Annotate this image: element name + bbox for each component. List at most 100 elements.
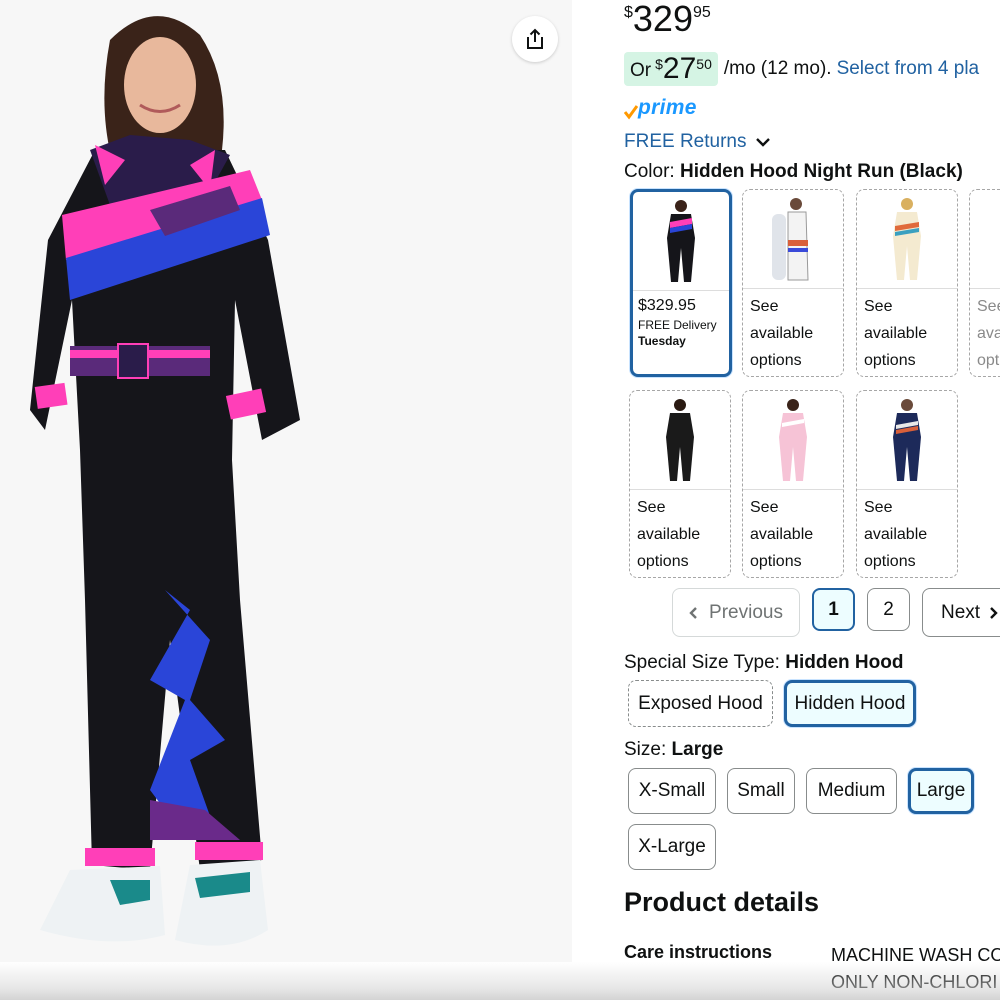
option-label: Small — [737, 780, 785, 801]
monthly-fraction: 50 — [696, 56, 712, 72]
monthly-suffix: /mo (12 mo). — [723, 58, 832, 79]
swatch-info: See available options — [857, 490, 957, 577]
swatch-thumbnail — [857, 391, 957, 490]
swatch-line-3: options — [750, 352, 802, 369]
next-page-button[interactable]: Next — [922, 588, 1000, 637]
monthly-prefix: Or — [630, 60, 652, 81]
care-instructions-value: MACHINE WASH CO ONLY NON-CHLORI — [831, 942, 1000, 996]
swatch-delivery-day: Tuesday — [638, 334, 686, 348]
size-title: Size: — [624, 739, 667, 760]
swatch-line-1: See — [977, 298, 1000, 315]
monthly-price-badge: Or $ 27 50 — [624, 52, 718, 86]
swatch-line-3: opt — [977, 352, 1000, 369]
swatch-line-3: options — [637, 553, 689, 570]
special-size-value: Hidden Hood — [785, 652, 904, 673]
price: $ 329 95 — [624, 0, 711, 38]
chevron-right-icon — [990, 606, 998, 619]
monthly-payment: Or $ 27 50 /mo (12 mo). Select from 4 pl… — [624, 52, 979, 86]
color-swatch-night-run[interactable]: $329.95 FREE Delivery Tuesday — [630, 189, 732, 377]
swatch-line-1: See — [637, 499, 666, 516]
option-label: X-Small — [638, 780, 706, 801]
swatch-info: See available options — [630, 490, 730, 577]
swatch-info: $329.95 FREE Delivery Tuesday — [633, 291, 729, 353]
swatch-info: See available options — [743, 289, 843, 376]
special-size-title: Special Size Type: — [624, 652, 780, 673]
buy-box: $ 329 95 Or $ 27 50 /mo (12 mo). Select … — [624, 0, 1000, 1000]
swatch-cream-suit-image — [893, 198, 921, 280]
color-selection-label: Color: Hidden Hood Night Run (Black) — [624, 161, 963, 183]
page-2-button[interactable]: 2 — [867, 588, 910, 631]
color-swatch-6[interactable]: See available options — [742, 390, 844, 578]
swatch-thumbnail — [970, 190, 1000, 289]
color-swatch-4[interactable]: See ava opt — [969, 189, 1000, 377]
size-option-x-large[interactable]: X-Large — [628, 824, 716, 870]
swatch-navy-suit-image — [893, 399, 921, 481]
option-label: X-Large — [638, 836, 706, 857]
previous-label: Previous — [709, 601, 783, 623]
payment-plans-link[interactable]: Select from 4 pla — [837, 58, 980, 80]
care-value-line-2: ONLY NON-CHLORI — [831, 972, 998, 992]
swatch-line-1: See — [750, 499, 779, 516]
price-symbol: $ — [624, 4, 633, 21]
color-swatch-7[interactable]: See available options — [856, 390, 958, 578]
product-details-heading: Product details — [624, 887, 820, 917]
option-label: Hidden Hood — [794, 692, 906, 714]
page-1-label: 1 — [828, 598, 839, 620]
size-value: Large — [671, 739, 724, 760]
special-size-label: Special Size Type: Hidden Hood — [624, 652, 903, 674]
special-size-exposed-hood[interactable]: Exposed Hood — [628, 680, 773, 727]
swatch-thumbnail — [743, 391, 843, 490]
page-2-label: 2 — [883, 598, 894, 620]
swatch-white-suit-image — [772, 198, 809, 281]
swatch-line-3: options — [750, 553, 802, 570]
swatch-info: See available options — [743, 490, 843, 577]
free-returns-label: FREE Returns — [624, 131, 747, 152]
option-label: Medium — [817, 780, 886, 801]
special-size-hidden-hood[interactable]: Hidden Hood — [784, 680, 916, 727]
size-option-large[interactable]: Large — [908, 768, 974, 814]
product-main-image[interactable] — [0, 0, 572, 962]
care-value-line-1: MACHINE WASH CO — [831, 945, 1000, 965]
swatch-line-2: available — [750, 526, 814, 543]
chevron-down-icon — [756, 138, 771, 147]
swatch-line-3: options — [864, 352, 916, 369]
color-value: Hidden Hood Night Run (Black) — [679, 161, 963, 182]
swatch-thumbnail — [630, 391, 730, 490]
share-button[interactable] — [512, 16, 558, 62]
swatch-black-suit-image — [667, 200, 695, 282]
option-label: Large — [916, 780, 966, 801]
prime-badge: prime — [624, 96, 697, 120]
color-swatch-5[interactable]: See available options — [629, 390, 731, 578]
swatch-line-2: available — [864, 325, 928, 342]
swatch-all-black-suit-image — [666, 399, 694, 481]
swatch-line-2: available — [637, 526, 701, 543]
previous-page-button[interactable]: Previous — [672, 588, 800, 637]
ski-suit-model-photo — [30, 16, 300, 946]
size-option-small[interactable]: Small — [727, 768, 795, 814]
swatch-pink-suit-image — [779, 399, 807, 481]
color-swatch-3[interactable]: See available options — [856, 189, 958, 377]
price-whole: 329 — [632, 0, 693, 39]
swatch-price: $329.95 — [638, 297, 696, 314]
monthly-whole: 27 — [662, 52, 697, 85]
swatch-delivery: FREE Delivery — [638, 318, 717, 332]
color-swatch-2[interactable]: See available options — [742, 189, 844, 377]
swatch-thumbnail — [633, 192, 729, 291]
chevron-left-icon — [689, 606, 697, 619]
swatch-line-1: See — [750, 298, 779, 315]
prime-label: prime — [638, 96, 697, 119]
swatch-line-2: available — [864, 526, 928, 543]
swatch-line-2: available — [750, 325, 814, 342]
swatch-line-1: See — [864, 499, 893, 516]
swatch-thumbnail — [857, 190, 957, 289]
size-selection-label: Size: Large — [624, 739, 723, 761]
size-option-medium[interactable]: Medium — [806, 768, 897, 814]
free-returns-link[interactable]: FREE Returns — [624, 131, 772, 153]
swatch-thumbnail — [743, 190, 843, 289]
size-option-x-small[interactable]: X-Small — [628, 768, 716, 814]
swatch-line-3: options — [864, 553, 916, 570]
page-1-button[interactable]: 1 — [812, 588, 855, 631]
next-label: Next — [941, 601, 981, 623]
swatch-line-1: See — [864, 298, 893, 315]
option-label: Exposed Hood — [638, 692, 763, 714]
